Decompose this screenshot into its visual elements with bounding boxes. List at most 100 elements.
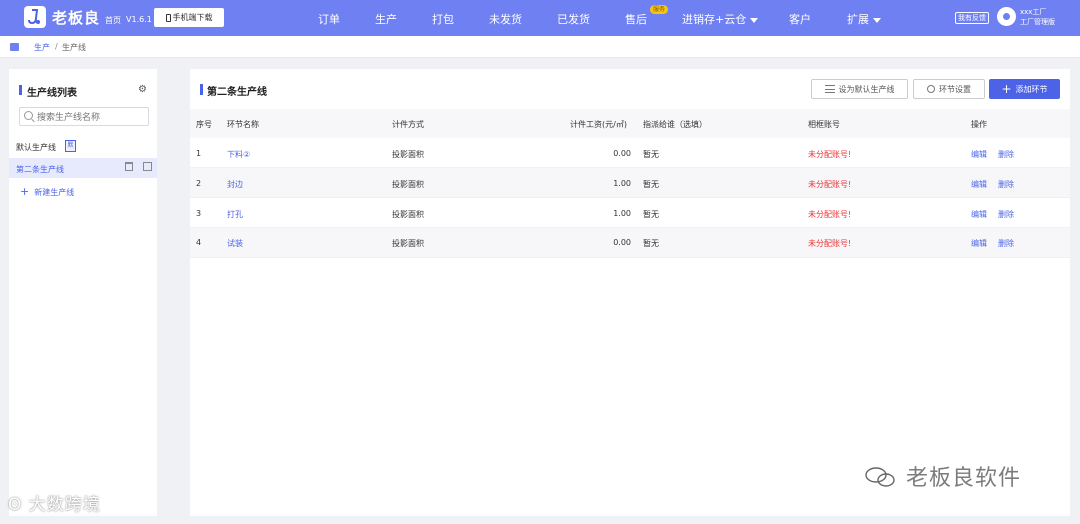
nav-shipped[interactable]: 已发货: [557, 11, 590, 27]
row-no: 2: [196, 179, 202, 188]
edit-button[interactable]: 编辑: [971, 149, 987, 160]
col-name: 环节名称: [227, 120, 259, 129]
delete-button[interactable]: 删除: [998, 238, 1014, 249]
app-version: V1.6.1: [126, 15, 152, 24]
breadcrumb-production-line: 生产线: [62, 43, 86, 52]
row-account: 未分配账号!: [808, 210, 852, 219]
user-name[interactable]: xxx工厂: [1020, 7, 1046, 17]
sidebar-toggle-icon[interactable]: [10, 43, 19, 51]
delete-button[interactable]: 删除: [998, 179, 1014, 190]
phone-icon: [165, 13, 171, 22]
gear-icon[interactable]: ⚙: [138, 84, 147, 95]
nav-extensions-dropdown[interactable]: 扩展: [847, 11, 881, 27]
new-line-button[interactable]: + 新建生产线: [20, 185, 74, 198]
row-no: 3: [196, 209, 202, 218]
breadcrumb-production[interactable]: 生产: [34, 42, 50, 53]
col-method: 计件方式: [392, 120, 424, 129]
plus-icon: +: [20, 185, 30, 198]
add-step-label: 添加环节: [1015, 84, 1048, 94]
caret-down-icon: [750, 17, 759, 23]
sidebar-title: 生产线列表: [27, 88, 77, 99]
delete-button[interactable]: 删除: [998, 209, 1014, 220]
row-assignee: 暂无: [643, 210, 659, 219]
row-name[interactable]: 下料②: [227, 149, 250, 160]
wechat-icon: [865, 467, 895, 487]
table-header: [190, 109, 1070, 138]
production-steps-panel: 第二条生产线 设为默认生产线 环节设置 + 添加环节 序号 环节名称 计件方式 …: [190, 69, 1070, 516]
row-assignee: 暂无: [643, 239, 659, 248]
breadcrumb: [0, 36, 1080, 58]
search-icon: [24, 111, 33, 120]
row-account: 未分配账号!: [808, 150, 852, 159]
row-account: 未分配账号!: [808, 239, 852, 248]
row-wage: 1.00: [613, 209, 631, 218]
add-step-button[interactable]: + 添加环节: [989, 79, 1060, 99]
trash-icon[interactable]: [125, 162, 133, 171]
row-name[interactable]: 打孔: [227, 209, 243, 220]
set-default-label: 设为默认生产线: [838, 84, 895, 94]
settings-icon: [927, 85, 935, 93]
feedback-button[interactable]: 我有反馈: [955, 12, 989, 24]
row-account: 未分配账号!: [808, 180, 852, 189]
col-no: 序号: [196, 120, 212, 129]
user-avatar[interactable]: [997, 7, 1016, 26]
row-method: 投影面积: [392, 210, 424, 219]
edit-button[interactable]: 编辑: [971, 179, 987, 190]
logo-icon: [28, 9, 40, 25]
top-navbar: 老板良 首页 V1.6.1 手机端下载 订单 生产 打包 未发货 已发货 售后 …: [0, 0, 1080, 36]
nav-extensions-label: 扩展: [847, 13, 869, 26]
watermark-brand: 老板良软件: [906, 466, 1022, 491]
delete-button[interactable]: 删除: [998, 149, 1014, 160]
col-account: 相框账号: [808, 120, 840, 129]
row-assignee: 暂无: [643, 180, 659, 189]
nav-orders[interactable]: 订单: [318, 11, 340, 27]
home-link[interactable]: 首页: [105, 15, 121, 26]
row-wage: 1.00: [613, 179, 631, 188]
edit-button[interactable]: 编辑: [971, 209, 987, 220]
edit-icon[interactable]: [143, 162, 152, 171]
sidebar-item-label: 第二条生产线: [16, 165, 64, 174]
nav-inventory-label: 进销存+云仓: [682, 13, 747, 26]
row-method: 投影面积: [392, 239, 424, 248]
col-wage: 计件工资(元/㎡): [570, 120, 627, 129]
nav-packing[interactable]: 打包: [432, 11, 454, 27]
watermark-logo-icon: ʘ: [8, 495, 29, 515]
default-line-label[interactable]: 默认生产线: [16, 142, 56, 153]
row-no: 4: [196, 238, 202, 247]
edit-button[interactable]: 编辑: [971, 238, 987, 249]
after-sales-badge: 服务: [650, 5, 669, 14]
user-role: 工厂管理版: [1020, 18, 1055, 26]
nav-production[interactable]: 生产: [375, 11, 397, 27]
caret-down-icon: [873, 17, 881, 23]
watermark-source-label: 大数跨境: [28, 495, 101, 515]
plus-icon: +: [1001, 82, 1012, 96]
col-assignee: 指派给谁（选填）: [643, 120, 707, 129]
watermark-source: ʘ 大数跨境: [8, 490, 101, 515]
title-accent-bar: [19, 85, 22, 95]
row-name[interactable]: 试装: [227, 238, 243, 249]
sliders-icon: [824, 85, 835, 93]
search-input[interactable]: [19, 107, 149, 126]
app-logo[interactable]: [24, 6, 46, 28]
new-line-label: 新建生产线: [34, 188, 75, 197]
breadcrumb-separator: /: [55, 42, 58, 51]
row-method: 投影面积: [392, 180, 424, 189]
nav-unshipped[interactable]: 未发货: [489, 11, 522, 27]
set-default-button[interactable]: 设为默认生产线: [811, 79, 908, 99]
mobile-download-label: 手机端下载: [172, 13, 213, 22]
nav-customers[interactable]: 客户: [789, 11, 811, 27]
row-no: 1: [196, 149, 202, 158]
step-settings-label: 环节设置: [939, 84, 971, 94]
row-assignee: 暂无: [643, 150, 659, 159]
row-wage: 0.00: [613, 238, 631, 247]
row-name[interactable]: 封边: [227, 179, 243, 190]
nav-after-sales[interactable]: 售后: [625, 11, 647, 27]
user-icon: [1003, 13, 1010, 20]
brand-name: 老板良: [52, 9, 101, 27]
step-settings-button[interactable]: 环节设置: [913, 79, 985, 99]
row-wage: 0.00: [613, 149, 631, 158]
production-line-sidebar: 生产线列表 ⚙ 默认生产线 默 第二条生产线 + 新建生产线: [9, 69, 157, 516]
title-accent-bar: [200, 84, 203, 95]
nav-inventory-dropdown[interactable]: 进销存+云仓: [682, 11, 759, 27]
mobile-download-button[interactable]: 手机端下载: [154, 8, 224, 27]
